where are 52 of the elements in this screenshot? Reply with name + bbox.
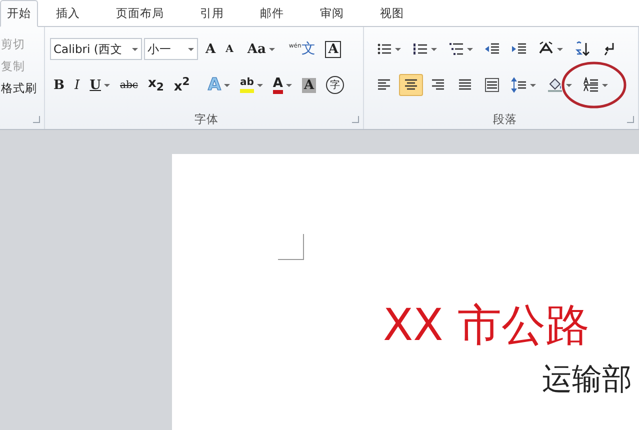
script-button[interactable]: x$^{2}$ xyxy=(170,74,194,96)
caret-icon xyxy=(602,84,608,86)
highlight-button[interactable]: ab xyxy=(236,74,267,96)
caret-icon xyxy=(467,48,473,50)
strikethrough-button[interactable]: abc xyxy=(116,74,142,96)
phonetic-guide-button[interactable]: $^{wén}$文 xyxy=(284,38,320,60)
multilevel-list-icon xyxy=(448,41,464,57)
sort-icon xyxy=(574,41,590,57)
bullet-list-icon xyxy=(376,41,392,57)
caret-icon xyxy=(530,84,536,86)
font-size-field[interactable]: 小一 xyxy=(144,38,198,60)
caret-icon xyxy=(395,48,401,50)
script-button[interactable]: x$_{2}$ xyxy=(144,74,168,96)
shrink-font-button[interactable]: A xyxy=(222,38,238,60)
ribbon-tab[interactable]: 页面布局 xyxy=(98,0,182,27)
ribbon-tab[interactable]: 开始 xyxy=(0,0,38,27)
caret-icon xyxy=(188,48,194,50)
center-button[interactable] xyxy=(399,74,423,96)
font-name-field[interactable]: Calibri (西文 xyxy=(50,38,142,60)
underline-button[interactable]: U xyxy=(86,74,114,96)
caret-icon xyxy=(224,84,230,86)
document-subtitle: 运输部 xyxy=(542,362,633,398)
caret-icon xyxy=(256,84,263,86)
caret-icon xyxy=(566,84,572,86)
caret-icon xyxy=(431,48,437,50)
italic-button[interactable]: I xyxy=(70,74,84,96)
ribbon-tab[interactable]: 邮件 xyxy=(242,0,302,27)
distribute-icon xyxy=(484,77,500,93)
line-spacing-icon xyxy=(511,77,527,93)
grow-font-button[interactable]: A xyxy=(202,38,220,60)
text-lines-icon xyxy=(583,77,599,93)
clipboard-button[interactable]: 格式刷 xyxy=(0,81,44,96)
document-title: XX 市公路 xyxy=(383,300,590,352)
bold-button[interactable]: B xyxy=(50,74,69,96)
crop-mark xyxy=(278,234,304,260)
font-color-button[interactable]: A xyxy=(268,74,296,96)
caret-icon xyxy=(104,84,110,86)
group-label: 字体 xyxy=(194,112,218,126)
numbered-list-icon xyxy=(412,41,428,57)
ribbon-tab[interactable]: 视图 xyxy=(362,0,422,27)
paint-bucket-icon xyxy=(547,77,563,93)
highlight-circle xyxy=(561,60,627,110)
caret-icon xyxy=(132,48,138,50)
ribbon-tab[interactable]: 审阅 xyxy=(302,0,362,27)
group-label: 段落 xyxy=(493,112,517,126)
caret-icon xyxy=(268,48,275,50)
change-case-button[interactable]: Aa xyxy=(243,38,279,60)
caret-icon xyxy=(286,84,292,86)
character-shading-button[interactable]: A xyxy=(298,74,320,96)
ribbon-tab[interactable]: 插入 xyxy=(38,0,98,27)
caret-icon xyxy=(557,48,563,50)
ribbon-tab[interactable]: 引用 xyxy=(182,0,242,27)
